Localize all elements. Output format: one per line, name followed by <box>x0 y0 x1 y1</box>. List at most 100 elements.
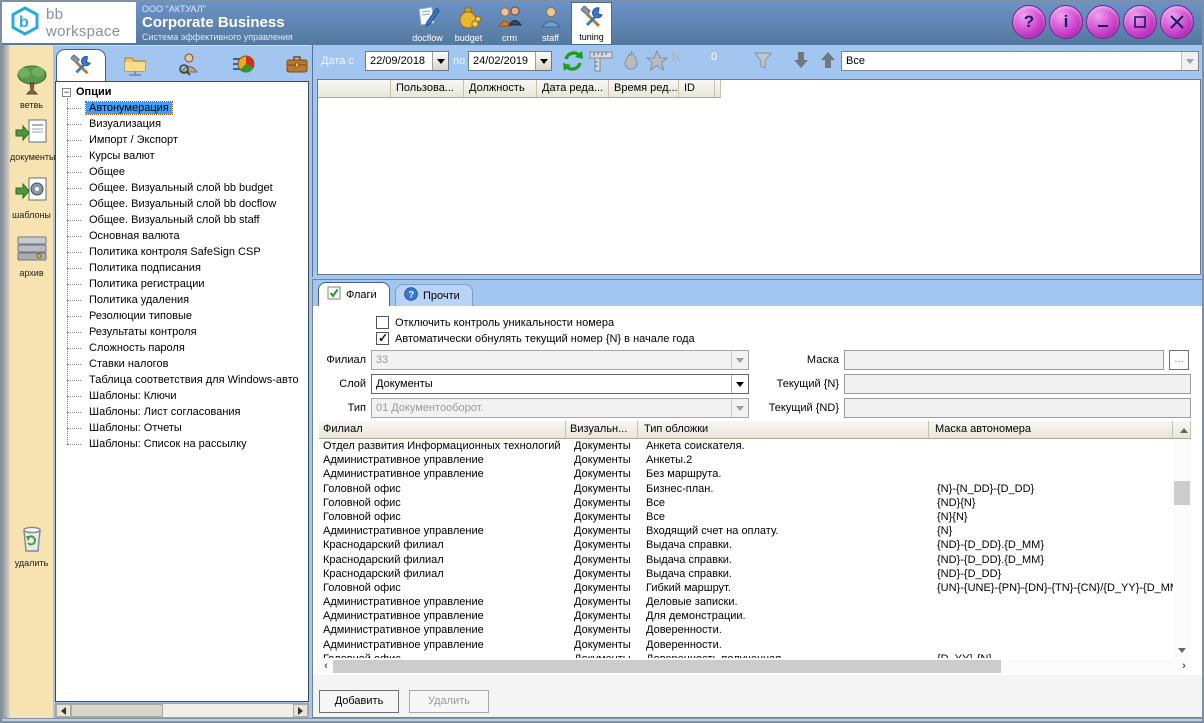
table-row[interactable]: Краснодарский филиал Документы Выдача сп… <box>319 567 1173 581</box>
tree-item[interactable]: Результаты контроля <box>66 324 308 340</box>
table-row[interactable]: Головной офис Документы Все {ND}{N} <box>319 496 1173 510</box>
help-button[interactable]: ? <box>1012 5 1046 39</box>
checkbox-icon[interactable] <box>376 332 389 345</box>
table-row[interactable]: Административное управление Документы До… <box>319 623 1173 637</box>
scroll-left-button[interactable]: ‹ <box>319 660 333 673</box>
star-icon[interactable] <box>646 50 668 75</box>
tree-item[interactable]: Шаблоны: Отчеты <box>66 420 308 436</box>
layer-dropdown[interactable] <box>731 375 748 393</box>
table-row[interactable]: Административное управление Документы Ан… <box>319 453 1173 467</box>
sidebar-item-archive[interactable]: архив <box>10 234 53 278</box>
module-tuning[interactable]: tuning <box>571 2 612 45</box>
close-button[interactable] <box>1160 5 1194 39</box>
tree-horizontal-scrollbar[interactable] <box>55 703 309 718</box>
table-row[interactable]: Краснодарский филиал Документы Выдача сп… <box>319 553 1173 567</box>
masks-vertical-scrollbar[interactable] <box>1173 439 1191 658</box>
tree-item[interactable]: Автонумерация <box>66 100 308 116</box>
tree-item[interactable]: Ставки налогов <box>66 356 308 372</box>
column-header[interactable]: ID <box>679 80 715 98</box>
minimize-button[interactable] <box>1086 5 1120 39</box>
tree-item[interactable]: Импорт / Экспорт <box>66 132 308 148</box>
checkbox-icon[interactable] <box>376 316 389 329</box>
maximize-button[interactable] <box>1123 5 1157 39</box>
tree-item[interactable]: Общее. Визуальный слой bb staff <box>66 212 308 228</box>
scroll-up-button[interactable] <box>1173 421 1191 439</box>
masks-horizontal-scrollbar[interactable]: ‹ › <box>319 660 1191 673</box>
column-header[interactable]: Визуальн... <box>566 421 638 439</box>
scrollbar-thumb[interactable] <box>1174 481 1190 505</box>
table-row[interactable]: Административное управление Документы Дл… <box>319 609 1173 623</box>
move-down-icon[interactable] <box>791 50 811 73</box>
tree-item[interactable]: Политика удаления <box>66 292 308 308</box>
column-header[interactable]: Должность <box>464 80 537 98</box>
table-row[interactable]: Отдел развития Информационных технологий… <box>319 439 1173 453</box>
tree-item[interactable]: Шаблоны: Список на рассылку <box>66 436 308 452</box>
module-budget[interactable]: budget <box>448 2 489 45</box>
scroll-right-button[interactable]: › <box>1177 660 1191 673</box>
scroll-right-button[interactable] <box>293 704 308 717</box>
table-row[interactable]: Головной офис Документы Доверенность пол… <box>319 652 1173 658</box>
flame-icon[interactable] <box>621 50 641 75</box>
tree-item[interactable]: Сложность пароля <box>66 340 308 356</box>
table-row[interactable]: Головной офис Документы Гибкий маршрут. … <box>319 581 1173 595</box>
date-from-dropdown[interactable] <box>432 52 448 70</box>
tab-reports[interactable] <box>218 49 268 82</box>
current-nd-input[interactable] <box>844 398 1191 418</box>
module-staff[interactable]: staff <box>530 2 571 45</box>
funnel-icon[interactable] <box>753 51 773 74</box>
type-combobox[interactable]: 01 Документооборот. <box>371 398 749 418</box>
current-n-input[interactable] <box>844 374 1191 394</box>
scroll-down-button[interactable] <box>1173 642 1191 658</box>
table-row[interactable]: Головной офис Документы Бизнес-план. {N}… <box>319 482 1173 496</box>
tree-item[interactable]: Общее. Визуальный слой bb docflow <box>66 196 308 212</box>
tree-item[interactable]: Курсы валют <box>66 148 308 164</box>
column-header[interactable]: Маска автономера <box>929 421 1173 439</box>
tab-other[interactable]: ? Прочти <box>395 284 473 306</box>
mask-browse-button[interactable]: ... <box>1169 350 1189 370</box>
refresh-icon[interactable] <box>561 49 585 76</box>
module-crm[interactable]: crm <box>489 2 530 45</box>
table-row[interactable]: Краснодарский филиал Документы Выдача сп… <box>319 538 1173 552</box>
tree-item[interactable]: Политика регистрации <box>66 276 308 292</box>
sidebar-item-delete[interactable]: удалить <box>10 524 53 568</box>
scope-dropdown[interactable] <box>1181 52 1198 70</box>
ruler-icon[interactable] <box>588 49 614 76</box>
column-header[interactable]: Филиал <box>319 421 566 439</box>
checkbox-disable-unique[interactable]: Отключить контроль уникальности номера <box>376 316 614 329</box>
tree-item[interactable]: Шаблоны: Ключи <box>66 388 308 404</box>
column-header[interactable]: Время ред... <box>609 80 679 98</box>
tree-item[interactable]: Общее <box>66 164 308 180</box>
column-header[interactable] <box>318 80 391 98</box>
tab-inspector[interactable] <box>164 49 214 82</box>
tab-folders[interactable] <box>110 49 160 82</box>
add-button[interactable]: Добавить <box>319 690 399 713</box>
tree-item[interactable]: Основная валюта <box>66 228 308 244</box>
tree-item[interactable]: Политика подписания <box>66 260 308 276</box>
date-to-dropdown[interactable] <box>535 52 551 70</box>
branch-combobox[interactable]: 33 <box>371 350 749 370</box>
column-header[interactable] <box>715 80 721 98</box>
delete-button[interactable]: Удалить <box>409 690 489 713</box>
branch-dropdown[interactable] <box>731 351 748 369</box>
tree-item[interactable]: Визуализация <box>66 116 308 132</box>
scrollbar-thumb[interactable] <box>333 660 1001 673</box>
tree-item[interactable]: Резолюции типовые <box>66 308 308 324</box>
tree-item[interactable]: Политика контроля SafeSign CSP <box>66 244 308 260</box>
tab-options-tools[interactable] <box>56 49 106 82</box>
column-header[interactable]: Пользова... <box>391 80 464 98</box>
tree-root[interactable]: −Опции <box>56 82 308 100</box>
table-row[interactable]: Головной офис Документы Все {N}{N} <box>319 510 1173 524</box>
table-row[interactable]: Административное управление Документы Де… <box>319 595 1173 609</box>
sidebar-item-documents[interactable]: документы <box>10 118 53 162</box>
layer-combobox[interactable]: Документы <box>371 374 749 394</box>
column-header[interactable]: Дата реда... <box>537 80 609 98</box>
module-docflow[interactable]: docflow <box>407 2 448 45</box>
column-header[interactable]: Тип обложки <box>638 421 929 439</box>
move-up-icon[interactable] <box>818 50 838 73</box>
sidebar-item-templates[interactable]: шаблоны <box>10 176 53 220</box>
checkbox-auto-reset[interactable]: Автоматически обнулять текущий номер {N}… <box>376 332 695 345</box>
info-button[interactable]: i <box>1049 5 1083 39</box>
date-to-input[interactable]: 24/02/2019 <box>468 51 552 71</box>
table-row[interactable]: Административное управление Документы Бе… <box>319 467 1173 481</box>
date-from-input[interactable]: 22/09/2018 <box>365 51 449 71</box>
